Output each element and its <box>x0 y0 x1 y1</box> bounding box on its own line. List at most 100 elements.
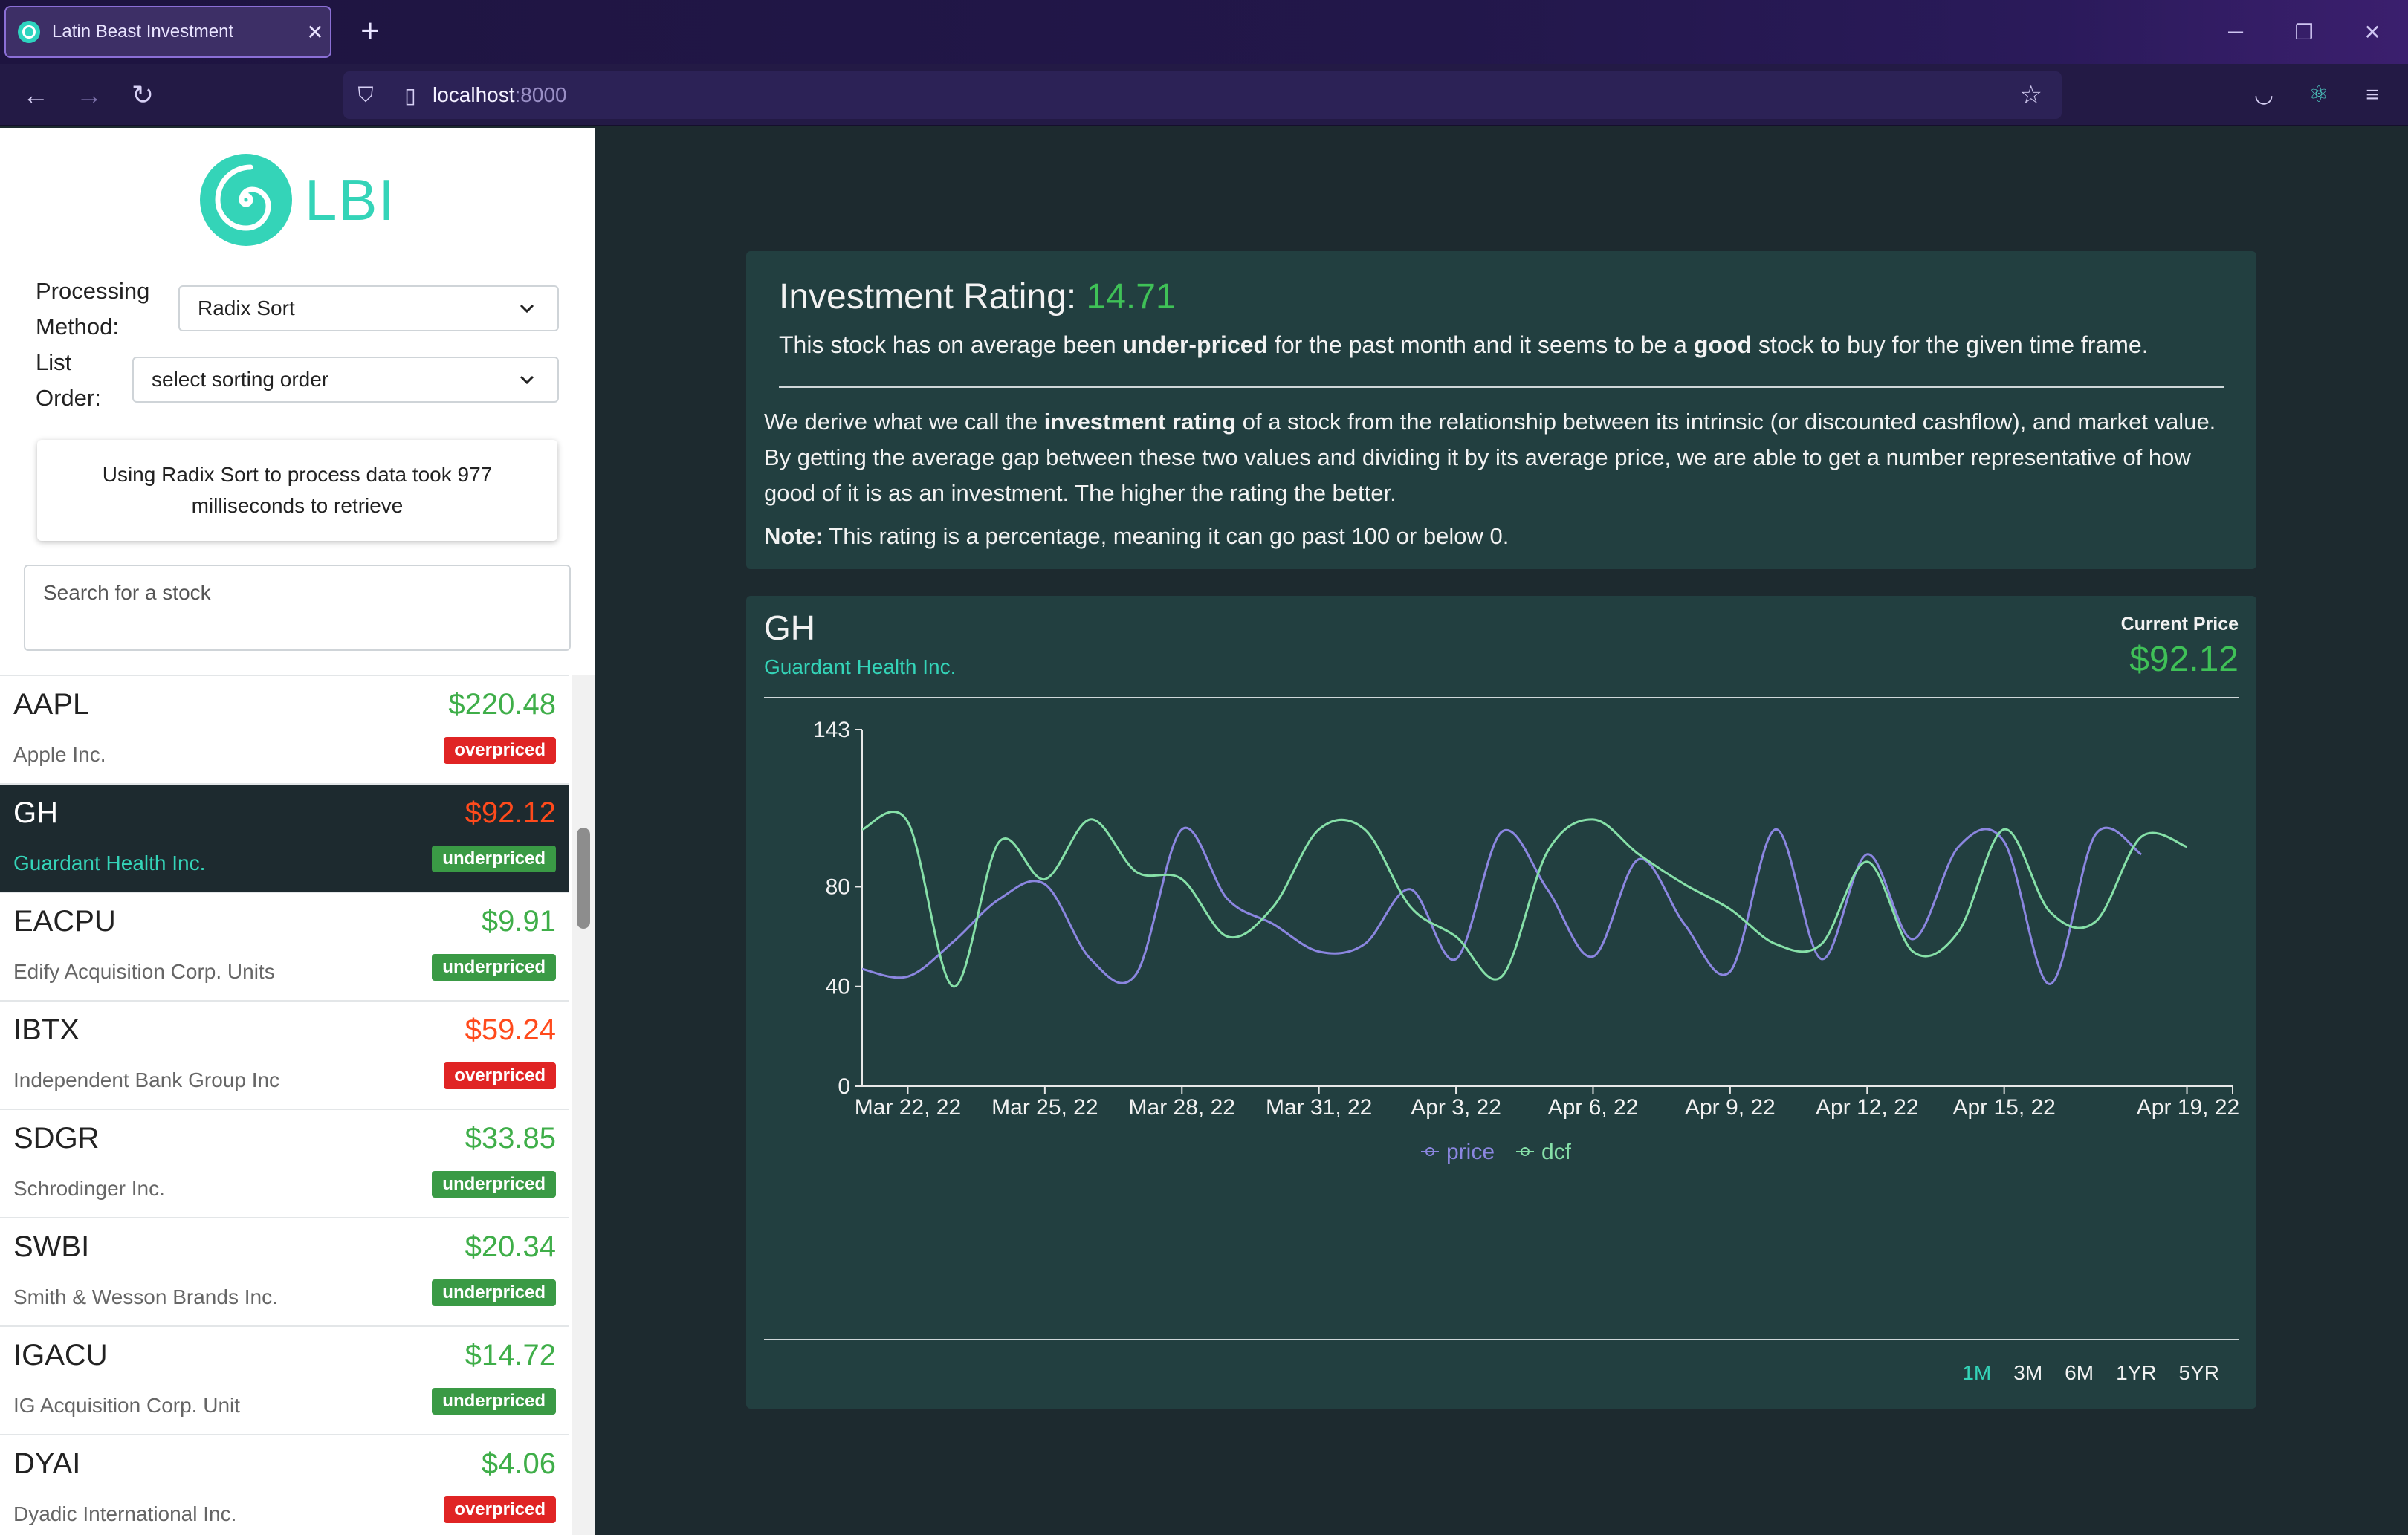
browser-tab-bar: Latin Beast Investment ✕ + ─ ❐ ✕ <box>0 0 2408 64</box>
address-bar[interactable]: ⛉ ▯ localhost:8000 ☆ <box>343 71 2062 119</box>
stock-symbol: IGACU <box>13 1339 108 1372</box>
stock-item-aapl[interactable]: AAPL Apple Inc. $220.48 overpriced <box>0 676 569 785</box>
legend-label-dcf: dcf <box>1541 1140 1572 1164</box>
pocket-icon[interactable]: ◡ <box>2244 76 2283 114</box>
stock-item-igacu[interactable]: IGACU IG Acquisition Corp. Unit $14.72 u… <box>0 1327 569 1435</box>
y-tick-label: 80 <box>826 874 850 899</box>
scrollbar-thumb[interactable] <box>577 828 590 929</box>
stock-symbol: GH <box>13 796 58 829</box>
status-badge: overpriced <box>444 737 556 764</box>
stock-item-dyai[interactable]: DYAI Dyadic International Inc. $4.06 ove… <box>0 1435 569 1535</box>
x-tick-label: Mar 28, 22 <box>1129 1095 1235 1120</box>
status-badge: underpriced <box>432 1388 556 1415</box>
stock-name: Guardant Health Inc. <box>13 851 206 874</box>
forward-icon[interactable]: → <box>70 76 109 114</box>
stock-symbol: IBTX <box>13 1013 80 1046</box>
restore-icon[interactable]: ❐ <box>2270 0 2338 64</box>
stock-name: Edify Acquisition Corp. Units <box>13 960 275 983</box>
close-window-icon[interactable]: ✕ <box>2338 0 2407 64</box>
stock-price: $220.48 <box>448 688 556 721</box>
stock-price: $59.24 <box>465 1013 556 1046</box>
range-3m-button[interactable]: 3M <box>2013 1361 2042 1385</box>
x-tick-label: Apr 6, 22 <box>1548 1095 1639 1120</box>
stock-symbol: DYAI <box>13 1447 81 1480</box>
browser-nav-bar: ← → ↻ ⛉ ▯ localhost:8000 ☆ ◡ ⚛ ≡ <box>0 64 2408 126</box>
x-tick-label: Mar 25, 22 <box>991 1095 1098 1120</box>
series-line-price <box>861 826 2142 985</box>
range-5yr-button[interactable]: 5YR <box>2179 1361 2219 1385</box>
new-tab-button[interactable]: + <box>349 10 391 52</box>
stock-item-ibtx[interactable]: IBTX Independent Bank Group Inc $59.24 o… <box>0 1002 569 1110</box>
chevron-down-icon <box>520 375 534 385</box>
price-dcf-line-chart: 0 40 80 143 Mar 22, 22 Mar 25, 22 Mar 28, 22 Ma… <box>813 718 2239 1164</box>
url-host: localhost <box>433 83 515 106</box>
x-tick-label: Mar 31, 22 <box>1266 1095 1372 1120</box>
stock-list: AAPL Apple Inc. $220.48 overpriced GH Gu… <box>0 675 569 1535</box>
x-tick-label: Apr 3, 22 <box>1411 1095 1501 1120</box>
stock-list-scrollbar[interactable] <box>572 675 595 1535</box>
y-tick-label: 40 <box>826 975 850 999</box>
x-tick-label: Apr 15, 22 <box>1952 1095 2055 1120</box>
divider <box>779 386 2224 388</box>
series-line-dcf <box>861 811 2188 988</box>
stock-name: Dyadic International Inc. <box>13 1502 237 1525</box>
stock-name: Smith & Wesson Brands Inc. <box>13 1285 278 1308</box>
stock-search-box[interactable] <box>24 565 571 651</box>
current-price-label: Current Price <box>2120 614 2239 635</box>
range-1yr-button[interactable]: 1YR <box>2116 1361 2156 1385</box>
status-badge: underpriced <box>432 954 556 981</box>
stock-price: $4.06 <box>481 1447 556 1480</box>
minimize-icon[interactable]: ─ <box>2201 0 2270 64</box>
react-devtools-icon[interactable]: ⚛ <box>2299 76 2338 114</box>
chevron-down-icon <box>520 304 534 314</box>
close-tab-icon[interactable]: ✕ <box>300 20 330 45</box>
x-tick-label: Mar 22, 22 <box>855 1095 961 1120</box>
page-icon: ▯ <box>404 83 416 107</box>
stock-price: $92.12 <box>465 796 556 829</box>
x-tick-label: Apr 9, 22 <box>1685 1095 1776 1120</box>
back-icon[interactable]: ← <box>16 76 55 114</box>
rating-title: Investment Rating: 14.71 <box>779 277 1176 317</box>
status-badge: overpriced <box>444 1496 556 1523</box>
stock-symbol: EACPU <box>13 905 116 938</box>
x-tick-label: Apr 19, 22 <box>2137 1095 2239 1120</box>
divider <box>764 1339 2239 1340</box>
stock-name: IG Acquisition Corp. Unit <box>13 1394 241 1417</box>
rating-value: 14.71 <box>1086 277 1176 317</box>
shield-icon[interactable]: ⛉ <box>343 83 388 108</box>
logo: LBI <box>198 152 396 248</box>
rating-summary: This stock has on average been under-pri… <box>779 331 2149 358</box>
stock-price: $9.91 <box>481 905 556 938</box>
y-tick-label: 143 <box>813 718 850 742</box>
tab-title: Latin Beast Investment <box>52 22 234 42</box>
stock-item-gh[interactable]: GH Guardant Health Inc. $92.12 underpric… <box>0 785 569 893</box>
bookmark-star-icon[interactable]: ☆ <box>2020 80 2042 110</box>
stock-search-input[interactable] <box>43 581 551 605</box>
menu-icon[interactable]: ≡ <box>2353 76 2392 114</box>
browser-tab[interactable]: Latin Beast Investment ✕ <box>4 6 331 58</box>
logo-text: LBI <box>305 166 397 233</box>
list-order-select[interactable]: select sorting order <box>132 357 559 403</box>
stock-item-eacpu[interactable]: EACPU Edify Acquisition Corp. Units $9.9… <box>0 893 569 1002</box>
stock-chart-card: GH Guardant Health Inc. Current Price $9… <box>746 596 2256 1409</box>
reload-icon[interactable]: ↻ <box>123 76 162 114</box>
chart-stock-name: Guardant Health Inc. <box>764 655 957 678</box>
range-6m-button[interactable]: 6M <box>2065 1361 2094 1385</box>
stock-item-swbi[interactable]: SWBI Smith & Wesson Brands Inc. $20.34 u… <box>0 1218 569 1327</box>
stock-price: $20.34 <box>465 1230 556 1263</box>
range-1m-button[interactable]: 1M <box>1962 1361 1991 1385</box>
time-range-selector: 1M 3M 6M 1YR 5YR <box>1962 1361 2219 1385</box>
processing-method-select[interactable]: Radix Sort <box>178 285 559 331</box>
status-badge: overpriced <box>444 1062 556 1089</box>
favicon-icon <box>18 21 40 43</box>
stock-symbol: AAPL <box>13 688 90 721</box>
chart-stock-symbol: GH <box>764 609 815 647</box>
url-port: :8000 <box>514 83 567 106</box>
stock-item-sdgr[interactable]: SDGR Schrodinger Inc. $33.85 underpriced <box>0 1110 569 1218</box>
list-order-label: List Order: <box>36 349 101 411</box>
investment-rating-card: Investment Rating: 14.71 This stock has … <box>746 251 2256 569</box>
main-content: Investment Rating: 14.71 This stock has … <box>595 128 2408 1535</box>
stock-price: $33.85 <box>465 1122 556 1155</box>
stock-symbol: SDGR <box>13 1122 100 1155</box>
status-badge: underpriced <box>432 846 556 872</box>
